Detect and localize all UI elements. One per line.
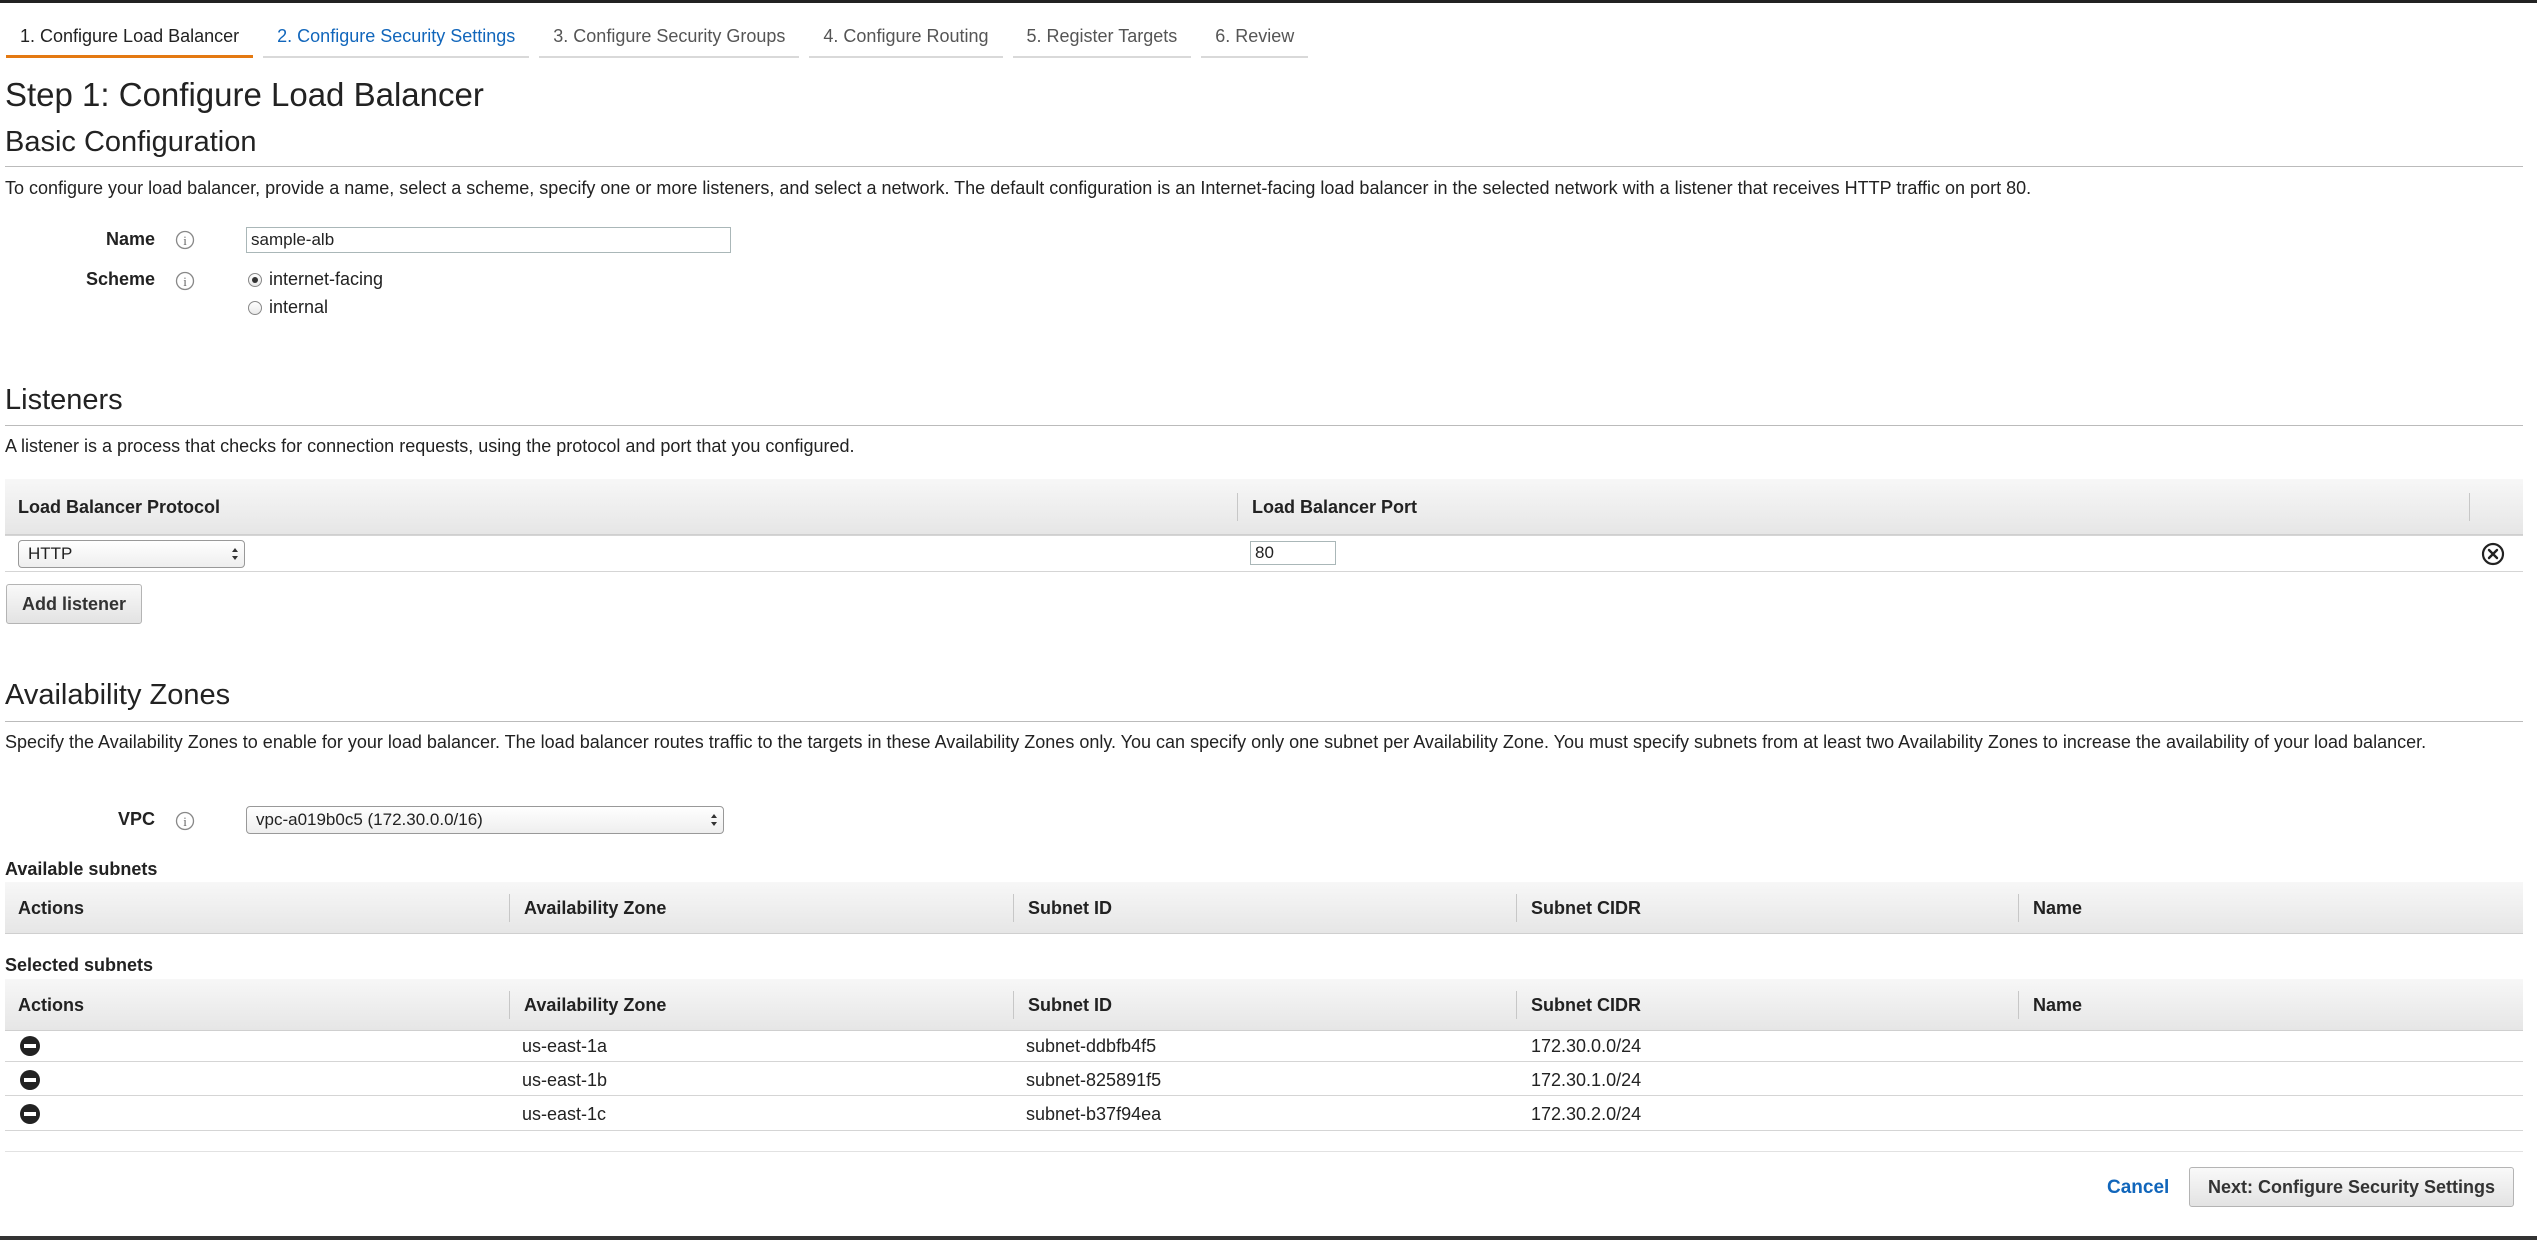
table-row-border [5, 571, 2523, 572]
vpc-label: VPC [117, 809, 155, 829]
subnet-cidr: 172.30.1.0/24 [1531, 1070, 1642, 1090]
info-icon[interactable]: i [175, 811, 195, 831]
subnet-id: subnet-b37f94ea [1026, 1104, 1162, 1124]
available-subnets-title: Available subnets [5, 859, 158, 879]
table-row-border [5, 1095, 2523, 1096]
table-row-border [5, 1130, 2523, 1131]
radio-button-selected[interactable] [248, 272, 262, 287]
column-separator [509, 894, 510, 922]
port-input[interactable] [1250, 541, 1336, 565]
svg-text:i: i [183, 814, 187, 829]
subnet-zone: us-east-1c [522, 1104, 607, 1124]
available-subnets-table-header: Actions Availability Zone Subnet ID Subn… [5, 882, 2523, 934]
subnet-zone: us-east-1a [522, 1036, 608, 1056]
column-header-subnet-cidr: Subnet CIDR [1531, 995, 1641, 1015]
basic-configuration-description: To configure your load balancer, provide… [5, 178, 2032, 198]
subnet-zone: us-east-1b [522, 1070, 608, 1090]
column-header-availability-zone: Availability Zone [524, 995, 667, 1015]
tab-configure-security-groups[interactable]: 3. Configure Security Groups [539, 22, 800, 58]
tab-review[interactable]: 6. Review [1201, 22, 1309, 58]
column-header-actions: Actions [18, 995, 85, 1015]
wizard-steps: 1. Configure Load Balancer 2. Configure … [6, 22, 1318, 58]
availability-zones-description: Specify the Availability Zones to enable… [5, 732, 2427, 752]
column-header-actions: Actions [18, 898, 85, 918]
column-header-availability-zone: Availability Zone [524, 898, 667, 918]
column-separator [2469, 493, 2470, 521]
column-header-port: Load Balancer Port [1252, 497, 1418, 517]
subnet-cidr: 172.30.0.0/24 [1531, 1036, 1642, 1056]
section-divider [5, 425, 2523, 426]
tab-register-targets[interactable]: 5. Register Targets [1012, 22, 1192, 58]
listeners-description: A listener is a process that checks for … [5, 436, 855, 456]
column-separator [1516, 894, 1517, 922]
column-header-protocol: Load Balancer Protocol [18, 497, 221, 517]
column-separator [2018, 991, 2019, 1019]
column-header-name: Name [2033, 995, 2083, 1015]
column-separator [1237, 493, 1238, 521]
vpc-select[interactable]: vpc-a019b0c5 (172.30.0.0/16) [246, 806, 724, 834]
column-header-name: Name [2033, 898, 2083, 918]
tab-configure-routing[interactable]: 4. Configure Routing [809, 22, 1003, 58]
select-arrows-icon [232, 548, 238, 560]
subnet-id: subnet-825891f5 [1026, 1070, 1162, 1090]
protocol-select-value: HTTP [28, 544, 73, 563]
subnet-cidr: 172.30.2.0/24 [1531, 1104, 1642, 1124]
scheme-option-internal[interactable]: internal [248, 297, 328, 318]
remove-circle-icon[interactable] [19, 1069, 41, 1091]
name-label: Name [105, 229, 155, 249]
svg-text:i: i [183, 233, 187, 248]
column-header-subnet-cidr: Subnet CIDR [1531, 898, 1641, 918]
cancel-button[interactable]: Cancel [2107, 1177, 2169, 1199]
select-arrows-icon [711, 814, 717, 826]
listeners-title: Listeners [5, 384, 123, 416]
section-divider [5, 166, 2523, 167]
column-separator [2018, 894, 2019, 922]
footer-divider [5, 1151, 2523, 1152]
column-separator [1516, 991, 1517, 1019]
selected-subnets-table-header: Actions Availability Zone Subnet ID Subn… [5, 979, 2523, 1031]
column-separator [509, 991, 510, 1019]
radio-button[interactable] [248, 300, 262, 315]
scheme-label: Scheme [85, 269, 155, 289]
basic-configuration-title: Basic Configuration [5, 126, 257, 158]
column-header-subnet-id: Subnet ID [1028, 995, 1112, 1015]
vpc-select-value: vpc-a019b0c5 (172.30.0.0/16) [256, 810, 483, 829]
table-row-border [5, 1061, 2523, 1062]
top-border [0, 0, 2537, 3]
svg-text:i: i [183, 274, 187, 289]
next-configure-security-settings-button[interactable]: Next: Configure Security Settings [2189, 1167, 2514, 1207]
listeners-table-header: Load Balancer Protocol Load Balancer Por… [5, 479, 2523, 535]
section-divider [5, 721, 2523, 722]
page-title: Step 1: Configure Load Balancer [5, 76, 484, 113]
scheme-option-label: internet-facing [269, 269, 384, 289]
column-separator [1013, 894, 1014, 922]
remove-circle-icon[interactable] [19, 1035, 41, 1057]
info-icon[interactable]: i [175, 271, 195, 291]
bottom-border [0, 1236, 2537, 1240]
tab-configure-load-balancer[interactable]: 1. Configure Load Balancer [6, 22, 254, 58]
scheme-option-label: internal [269, 297, 329, 317]
selected-subnets-title: Selected subnets [5, 955, 154, 975]
protocol-select[interactable]: HTTP [18, 540, 245, 568]
tab-configure-security-settings[interactable]: 2. Configure Security Settings [263, 22, 530, 58]
info-icon[interactable]: i [175, 230, 195, 250]
table-row-border [5, 535, 2523, 536]
add-listener-button[interactable]: Add listener [6, 584, 142, 624]
remove-circle-icon[interactable] [19, 1103, 41, 1125]
subnet-id: subnet-ddbfb4f5 [1026, 1036, 1157, 1056]
column-header-subnet-id: Subnet ID [1028, 898, 1112, 918]
name-input[interactable] [246, 227, 731, 253]
availability-zones-title: Availability Zones [5, 679, 231, 711]
column-separator [1013, 991, 1014, 1019]
close-circle-icon[interactable] [2481, 542, 2505, 566]
scheme-option-internet-facing[interactable]: internet-facing [248, 269, 383, 290]
